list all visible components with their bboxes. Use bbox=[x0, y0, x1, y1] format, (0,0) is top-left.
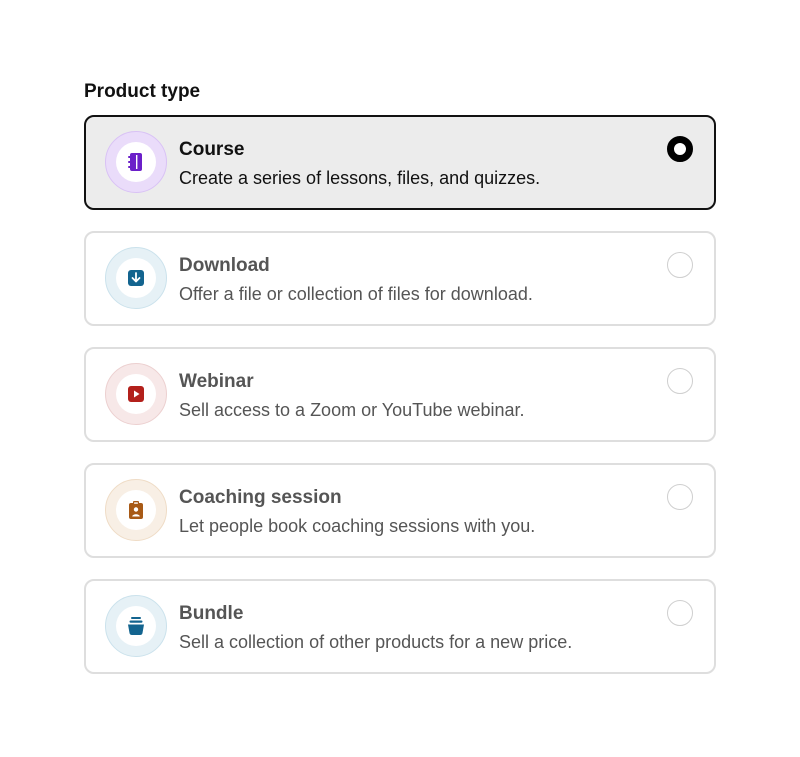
radio-button[interactable] bbox=[667, 600, 693, 626]
icon-ring bbox=[105, 479, 167, 541]
video-play-icon bbox=[128, 386, 144, 402]
option-description: Sell access to a Zoom or YouTube webinar… bbox=[179, 400, 525, 420]
option-description: Let people book coaching sessions with y… bbox=[179, 516, 536, 536]
icon-ring bbox=[105, 247, 167, 309]
notebook-icon bbox=[128, 153, 142, 171]
option-title: Coaching session bbox=[179, 487, 342, 508]
icon-ring bbox=[105, 595, 167, 657]
option-title: Webinar bbox=[179, 371, 254, 392]
option-course[interactable]: Course Create a series of lessons, files… bbox=[84, 115, 716, 210]
icon-ring bbox=[105, 363, 167, 425]
option-title: Bundle bbox=[179, 603, 244, 624]
product-type-options: Course Create a series of lessons, files… bbox=[84, 115, 716, 695]
option-title: Course bbox=[179, 139, 245, 160]
option-bundle[interactable]: Bundle Sell a collection of other produc… bbox=[84, 579, 716, 674]
option-coaching-session[interactable]: Coaching session Let people book coachin… bbox=[84, 463, 716, 558]
option-description: Sell a collection of other products for … bbox=[179, 632, 573, 652]
option-description: Create a series of lessons, files, and q… bbox=[179, 168, 541, 188]
option-title: Download bbox=[179, 255, 270, 276]
radio-button[interactable] bbox=[667, 252, 693, 278]
download-icon bbox=[128, 270, 144, 286]
radio-button[interactable] bbox=[667, 368, 693, 394]
radio-button[interactable] bbox=[667, 484, 693, 510]
stack-icon bbox=[128, 617, 144, 635]
option-download[interactable]: Download Offer a file or collection of f… bbox=[84, 231, 716, 326]
option-description: Offer a file or collection of files for … bbox=[179, 284, 533, 304]
product-type-heading: Product type bbox=[84, 81, 201, 102]
clipboard-person-icon bbox=[129, 501, 143, 519]
option-webinar[interactable]: Webinar Sell access to a Zoom or YouTube… bbox=[84, 347, 716, 442]
radio-button[interactable] bbox=[667, 136, 693, 162]
icon-ring bbox=[105, 131, 167, 193]
